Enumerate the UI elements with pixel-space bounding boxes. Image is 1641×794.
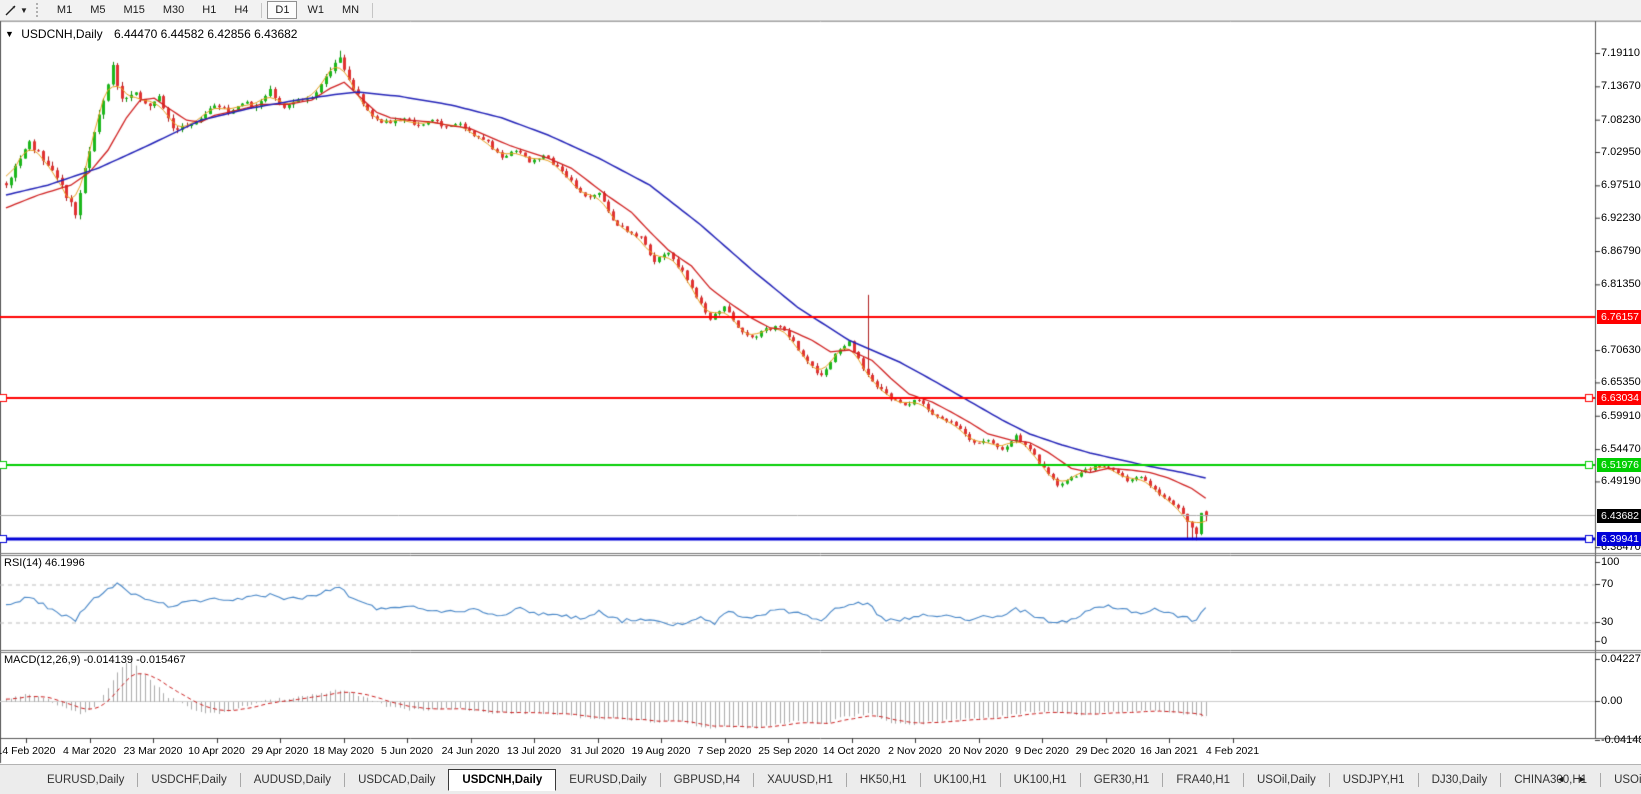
price-line-badge: 6.76157 [1597, 310, 1641, 324]
chart-tab-uk100-9[interactable]: UK100,H1 [921, 770, 1000, 790]
price-line-badge: 6.39941 [1597, 532, 1641, 546]
timeframe-button-mn[interactable]: MN [334, 1, 367, 19]
price-axis-tick: 7.13670 [1601, 80, 1641, 93]
macd-indicator-label: MACD(12,26,9) -0.014139 -0.015467 [4, 654, 186, 666]
price-axis-tick: 7.19110 [1601, 47, 1640, 60]
timeframe-button-d1[interactable]: D1 [267, 1, 297, 19]
toolbar-grip[interactable] [36, 3, 41, 17]
price-axis-tick: 6.70630 [1601, 344, 1641, 357]
date-axis-label: 18 May 2020 [313, 745, 374, 757]
macd-axis-tick: 0.00 [1601, 695, 1622, 708]
chart-tab-uk100-10[interactable]: UK100,H1 [1001, 770, 1080, 790]
chart-tab-hk50-8[interactable]: HK50,H1 [847, 770, 920, 790]
price-axis-tick: 6.59910 [1601, 410, 1641, 423]
date-axis-label: 19 Aug 2020 [632, 745, 691, 757]
price-line-badge: 6.63034 [1597, 391, 1641, 405]
chart-tab-usoil-13[interactable]: USOil,Daily [1244, 770, 1329, 790]
chart-tab-bar: EURUSD,DailyUSDCHF,DailyAUDUSD,DailyUSDC… [0, 764, 1641, 794]
chart-tab-eurusd-5[interactable]: EURUSD,Daily [556, 770, 659, 790]
chart-tab-usdjpy-14[interactable]: USDJPY,H1 [1330, 770, 1418, 790]
date-axis-label: 5 Jun 2020 [381, 745, 433, 757]
timeframe-button-m1[interactable]: M1 [49, 1, 80, 19]
tab-scroll-left-icon[interactable]: ◄ [1556, 774, 1565, 784]
chart-tab-usdcnh-4[interactable]: USDCNH,Daily [448, 769, 556, 791]
chart-symbol-label: USDCNH,Daily [21, 27, 102, 41]
date-axis-label: 29 Dec 2020 [1076, 745, 1136, 757]
price-axis-tick: 6.92230 [1601, 212, 1641, 225]
rsi-indicator-label: RSI(14) 46.1996 [4, 557, 85, 569]
date-axis-label: 29 Apr 2020 [252, 745, 309, 757]
date-axis-label: 9 Dec 2020 [1015, 745, 1069, 757]
date-axis-label: 14 Oct 2020 [823, 745, 880, 757]
macd-axis-tick: -0.04148 [1601, 734, 1641, 747]
date-axis-label: 24 Jun 2020 [442, 745, 500, 757]
price-axis-tick: 7.02950 [1601, 146, 1641, 159]
tab-scroll-right-icon[interactable]: ► [1578, 774, 1587, 784]
date-axis-label: 16 Jan 2021 [1140, 745, 1198, 757]
toolbar-separator [261, 3, 262, 18]
timeframe-button-h4[interactable]: H4 [226, 1, 256, 19]
timeframe-button-w1[interactable]: W1 [299, 1, 332, 19]
rsi-axis-tick: 70 [1601, 578, 1613, 591]
date-axis-label: 20 Nov 2020 [949, 745, 1009, 757]
chart-tab-usdcad-3[interactable]: USDCAD,Daily [345, 770, 448, 790]
macd-axis-tick: 0.042275 [1601, 653, 1641, 666]
rsi-axis-tick: 100 [1601, 556, 1619, 569]
timeframe-button-m30[interactable]: M30 [155, 1, 192, 19]
date-axis-label: 13 Jul 2020 [507, 745, 561, 757]
price-line-badge: 6.51976 [1597, 458, 1641, 472]
cursor-tool-icon[interactable] [2, 2, 20, 19]
current-price-badge: 6.43682 [1597, 509, 1641, 523]
timeframe-button-h1[interactable]: H1 [194, 1, 224, 19]
date-axis-label: 14 Feb 2020 [0, 745, 55, 757]
chart-toolbar: ▼ M1M5M15M30H1H4 D1W1MN [0, 0, 1641, 21]
rsi-axis-tick: 0 [1601, 635, 1607, 648]
chart-tab-usoil-17[interactable]: USOil,H1 [1601, 770, 1641, 790]
chart-tab-xauusd-7[interactable]: XAUUSD,H1 [754, 770, 846, 790]
toolbar-separator [372, 3, 373, 18]
price-chart-canvas[interactable] [0, 0, 1641, 794]
chart-tab-eurusd-0[interactable]: EURUSD,Daily [34, 770, 137, 790]
date-axis-label: 31 Jul 2020 [570, 745, 624, 757]
timeframe-button-m5[interactable]: M5 [82, 1, 113, 19]
chart-tab-ger30-11[interactable]: GER30,H1 [1081, 770, 1163, 790]
date-axis-label: 4 Feb 2021 [1206, 745, 1259, 757]
date-axis-label: 10 Apr 2020 [188, 745, 245, 757]
chart-tab-gbpusd-6[interactable]: GBPUSD,H4 [661, 770, 753, 790]
price-axis-tick: 6.65350 [1601, 376, 1641, 389]
chart-tab-fra40-12[interactable]: FRA40,H1 [1163, 770, 1243, 790]
price-axis-tick: 7.08230 [1601, 114, 1641, 127]
timeframe-button-m15[interactable]: M15 [115, 1, 152, 19]
date-axis-label: 4 Mar 2020 [63, 745, 116, 757]
symbol-collapse-icon[interactable]: ▼ [5, 29, 14, 39]
chart-tab-usdchf-1[interactable]: USDCHF,Daily [138, 770, 239, 790]
date-axis-label: 7 Sep 2020 [698, 745, 752, 757]
price-axis-tick: 6.49190 [1601, 475, 1641, 488]
price-axis-tick: 6.86790 [1601, 245, 1641, 258]
date-axis-label: 2 Nov 2020 [888, 745, 942, 757]
chart-tab-dj30-15[interactable]: DJ30,Daily [1419, 770, 1501, 790]
date-axis-label: 25 Sep 2020 [758, 745, 818, 757]
chart-title: ▼ USDCNH,Daily 6.44470 6.44582 6.42856 6… [5, 27, 297, 41]
rsi-axis-tick: 30 [1601, 616, 1613, 629]
cursor-tool-dropdown-icon[interactable]: ▼ [20, 6, 28, 15]
date-axis-label: 23 Mar 2020 [124, 745, 183, 757]
price-axis-tick: 6.81350 [1601, 278, 1641, 291]
chart-tab-audusd-2[interactable]: AUDUSD,Daily [241, 770, 344, 790]
chart-ohlc-values: 6.44470 6.44582 6.42856 6.43682 [114, 27, 298, 41]
price-axis-tick: 6.97510 [1601, 179, 1641, 192]
price-axis-tick: 6.54470 [1601, 443, 1641, 456]
